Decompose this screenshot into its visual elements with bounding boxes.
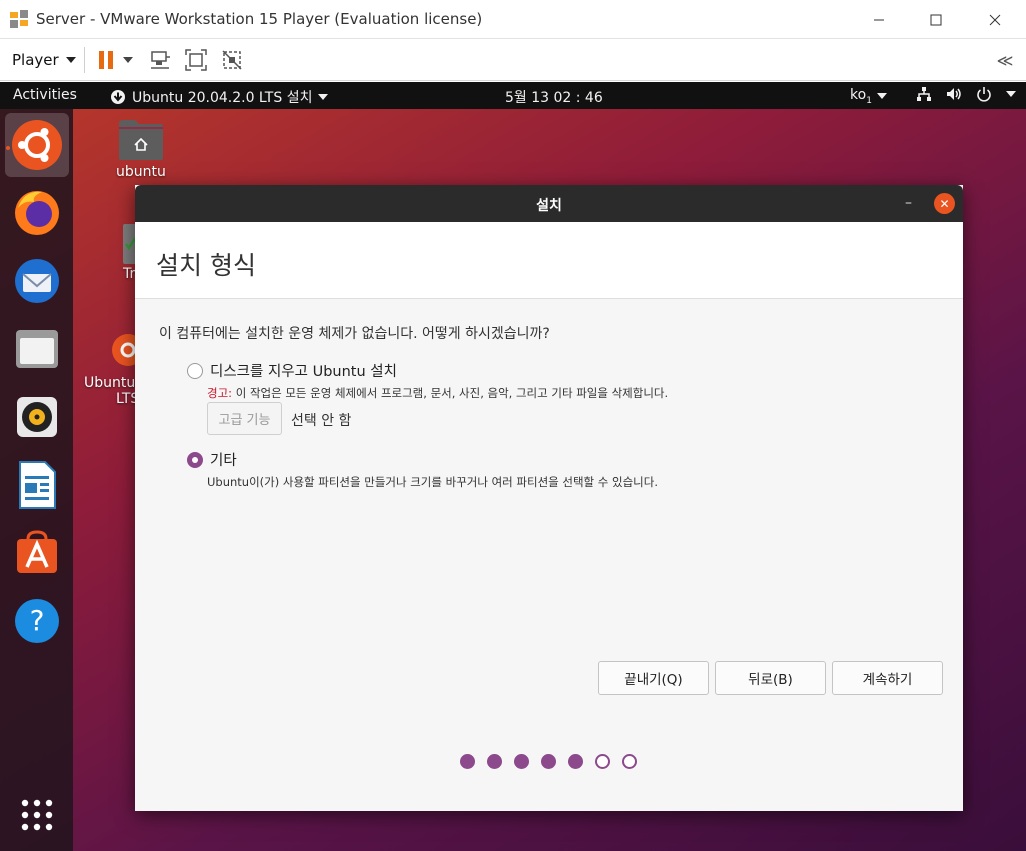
running-indicator [6,146,10,150]
dialog-title: 설치 [536,198,562,214]
minimize-icon[interactable]: – [905,195,912,211]
continue-button[interactable]: 계속하기 [832,661,943,695]
rhythmbox-icon [17,397,57,437]
option-description: Ubuntu이(가) 사용할 파티션을 만들거나 크기를 바꾸거나 여러 파티션… [207,475,658,489]
dock-item-rhythmbox[interactable] [5,385,69,449]
minimize-icon[interactable] [856,0,902,39]
warning-label: 경고: [207,386,233,400]
clock[interactable]: 5월 13 02 : 46 [505,87,603,107]
send-ctrl-alt-del-icon[interactable] [147,47,173,73]
dock-item-installer[interactable] [5,113,69,177]
app-menu-label: Ubuntu 20.04.2.0 LTS 설치 [132,90,313,106]
warning-text: 이 작업은 모든 운영 체제에서 프로그램, 문서, 사진, 음악, 그리고 기… [232,386,669,400]
option-erase-disk[interactable]: 디스크를 지우고 Ubuntu 설치 [187,360,397,381]
advanced-features-button[interactable]: 고급 기능 [207,402,282,435]
option-label: 기타 [210,453,237,469]
power-icon [977,87,991,102]
player-menu-button[interactable]: Player [6,47,82,73]
close-icon[interactable] [972,0,1018,39]
radio-button[interactable] [187,362,203,379]
back-button[interactable]: 뒤로(B) [715,661,826,695]
files-icon [16,330,58,368]
chevron-down-icon [65,57,76,63]
ubuntu-dock: ? [0,109,73,851]
chevron-down-icon [318,94,329,100]
dock-item-thunderbird[interactable] [5,249,69,313]
help-icon: ? [15,599,59,643]
dialog-header: 설치 – ✕ [135,185,963,222]
desktop-icon-home[interactable]: ubuntu [116,118,166,180]
player-menu-label: Player [12,51,59,69]
chevron-down-icon[interactable] [123,57,133,63]
network-icon [917,87,931,101]
activities-button[interactable]: Activities [13,87,77,103]
step-dot [514,754,529,769]
unity-mode-icon[interactable] [219,47,245,73]
installation-question: 이 컴퓨터에는 설치한 운영 체제가 없습니다. 어떻게 하시겠습니까? [159,326,550,342]
desktop-icon-label: ubuntu [116,164,166,180]
thunderbird-icon [15,259,59,303]
ubuntu-installer-icon [112,334,136,366]
step-dot [460,754,475,769]
home-folder-icon [118,120,163,160]
page-title: 설치 형식 [156,251,256,280]
dock-item-files[interactable] [5,317,69,381]
installer-dialog: 설치 – ✕ 설치 형식 이 컴퓨터에는 설치한 운영 체제가 없습니다. 어떻… [135,185,963,811]
app-menu[interactable]: Ubuntu 20.04.2.0 LTS 설치 [110,87,329,107]
vmware-title-bar: Server - VMware Workstation 15 Player (E… [0,0,1026,39]
chevron-down-icon [876,93,887,100]
toolbar-divider [84,47,85,73]
step-dot [568,754,583,769]
dock-item-software[interactable] [5,521,69,585]
pause-button[interactable] [94,47,138,73]
close-icon[interactable]: ✕ [934,193,955,214]
vmware-logo-icon [10,10,28,28]
ubuntu-top-panel: Activities Ubuntu 20.04.2.0 LTS 설치 5월 13… [0,82,1026,109]
download-circle-icon [111,90,125,104]
desktop-icon-label: Tr [123,266,136,282]
maximize-icon[interactable] [913,0,959,39]
show-applications-icon [21,799,53,831]
dock-item-writer[interactable] [5,453,69,517]
chevron-down-icon [1006,91,1016,97]
dock-item-show-applications[interactable] [5,783,69,847]
step-dot [622,754,637,769]
step-dot [541,754,556,769]
advanced-features-status: 선택 안 함 [291,413,352,429]
radio-button[interactable] [187,451,203,468]
libreoffice-writer-icon [19,461,56,509]
input-method-label: ko [850,87,867,103]
input-method-sub: 1 [866,95,872,106]
collapse-toolbar-icon[interactable]: ≪ [992,47,1018,73]
erase-warning: 경고: 이 작업은 모든 운영 체제에서 프로그램, 문서, 사진, 음악, 그… [207,385,668,401]
step-dot [595,754,610,769]
vmware-window-title: Server - VMware Workstation 15 Player (E… [36,10,483,28]
ubuntu-installer-icon [12,120,62,170]
firefox-icon [15,191,59,235]
option-label: 디스크를 지우고 Ubuntu 설치 [210,364,397,380]
step-progress [460,754,637,769]
system-menu[interactable] [916,86,1016,102]
step-dot [487,754,502,769]
quit-button[interactable]: 끝내기(Q) [598,661,709,695]
option-something-else[interactable]: 기타 [187,449,237,470]
vmware-toolbar: Player ≪ [0,39,1026,81]
input-method-indicator[interactable]: ko1 [850,87,887,106]
dock-item-help[interactable]: ? [5,589,69,653]
desktop-icon-installer[interactable]: Ubuntu LTS [84,326,139,407]
dock-item-firefox[interactable] [5,181,69,245]
volume-icon [947,88,961,100]
svg-text:?: ? [30,604,45,637]
desktop-icon-label: Ubuntu [84,375,136,391]
full-screen-icon[interactable] [183,47,209,73]
ubuntu-software-icon [17,530,57,573]
page-header: 설치 형식 [135,222,963,299]
